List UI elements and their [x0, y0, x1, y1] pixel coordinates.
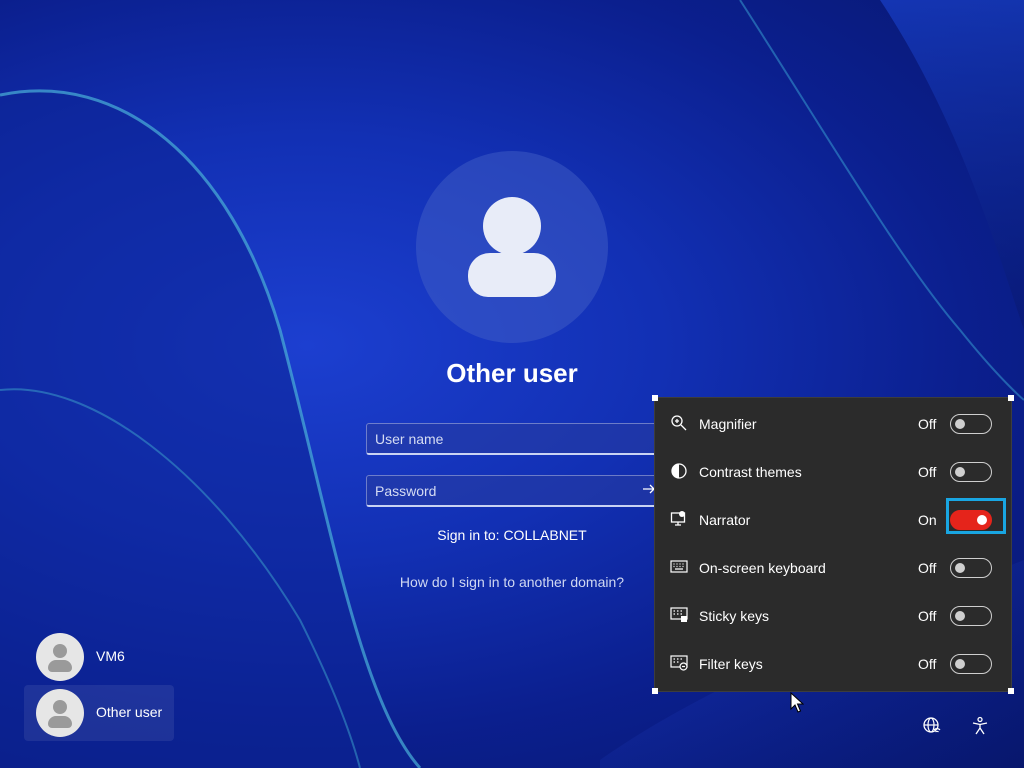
password-field-wrapper [366, 475, 658, 507]
a11y-item-label: On-screen keyboard [699, 560, 826, 576]
panel-corner-marker [1008, 395, 1014, 401]
password-input[interactable] [367, 476, 657, 505]
a11y-item-on-screen-keyboard[interactable]: On-screen keyboard Off [655, 544, 1011, 592]
network-icon[interactable] [922, 716, 942, 736]
keyboard-focus-ring [946, 498, 1006, 534]
user-entry-name: VM6 [96, 648, 125, 664]
user-entry-other-user[interactable]: Other user [24, 685, 174, 741]
keyboard-icon [670, 558, 688, 576]
narrator-icon [670, 510, 688, 528]
user-avatar-large [416, 151, 608, 343]
a11y-item-state: Off [918, 464, 937, 480]
a11y-item-state: Off [918, 608, 937, 624]
sticky-keys-icon [670, 606, 688, 624]
a11y-item-label: Magnifier [699, 416, 757, 432]
a11y-item-filter-keys[interactable]: Filter keys Off [655, 640, 1011, 688]
avatar-head-shape [483, 197, 541, 255]
accessibility-flyout: Magnifier Off Contrast themes Off Narrat… [654, 397, 1012, 692]
panel-corner-marker [652, 395, 658, 401]
magnifier-icon [670, 414, 688, 432]
contrast-icon [670, 462, 688, 480]
a11y-item-contrast-themes[interactable]: Contrast themes Off [655, 448, 1011, 496]
username-input[interactable] [367, 424, 657, 453]
a11y-item-label: Narrator [699, 512, 751, 528]
a11y-item-state: Off [918, 560, 937, 576]
panel-corner-marker [1008, 688, 1014, 694]
a11y-item-magnifier[interactable]: Magnifier Off [655, 400, 1011, 448]
panel-corner-marker [652, 688, 658, 694]
avatar-body-shape [468, 253, 556, 297]
user-entry-name: Other user [96, 704, 163, 720]
a11y-item-label: Sticky keys [699, 608, 770, 624]
contrast-themes-toggle[interactable] [950, 462, 992, 482]
mouse-cursor-icon [790, 691, 805, 719]
sticky-keys-toggle[interactable] [950, 606, 992, 626]
on-screen-keyboard-toggle[interactable] [950, 558, 992, 578]
a11y-item-label: Filter keys [699, 656, 763, 672]
username-field-wrapper [366, 423, 658, 455]
user-avatar-icon [36, 689, 84, 737]
a11y-item-state: Off [918, 416, 937, 432]
user-avatar-icon [36, 633, 84, 681]
magnifier-toggle[interactable] [950, 414, 992, 434]
filter-keys-icon [670, 654, 688, 672]
accessibility-icon[interactable] [970, 716, 990, 736]
a11y-item-state: On [918, 512, 937, 528]
a11y-item-narrator[interactable]: Narrator On [655, 496, 1011, 544]
filter-keys-toggle[interactable] [950, 654, 992, 674]
user-title: Other user [446, 358, 578, 388]
user-entry-vm6[interactable]: VM6 [24, 629, 174, 685]
a11y-item-sticky-keys[interactable]: Sticky keys Off [655, 592, 1011, 640]
a11y-item-state: Off [918, 656, 937, 672]
a11y-item-label: Contrast themes [699, 464, 802, 480]
